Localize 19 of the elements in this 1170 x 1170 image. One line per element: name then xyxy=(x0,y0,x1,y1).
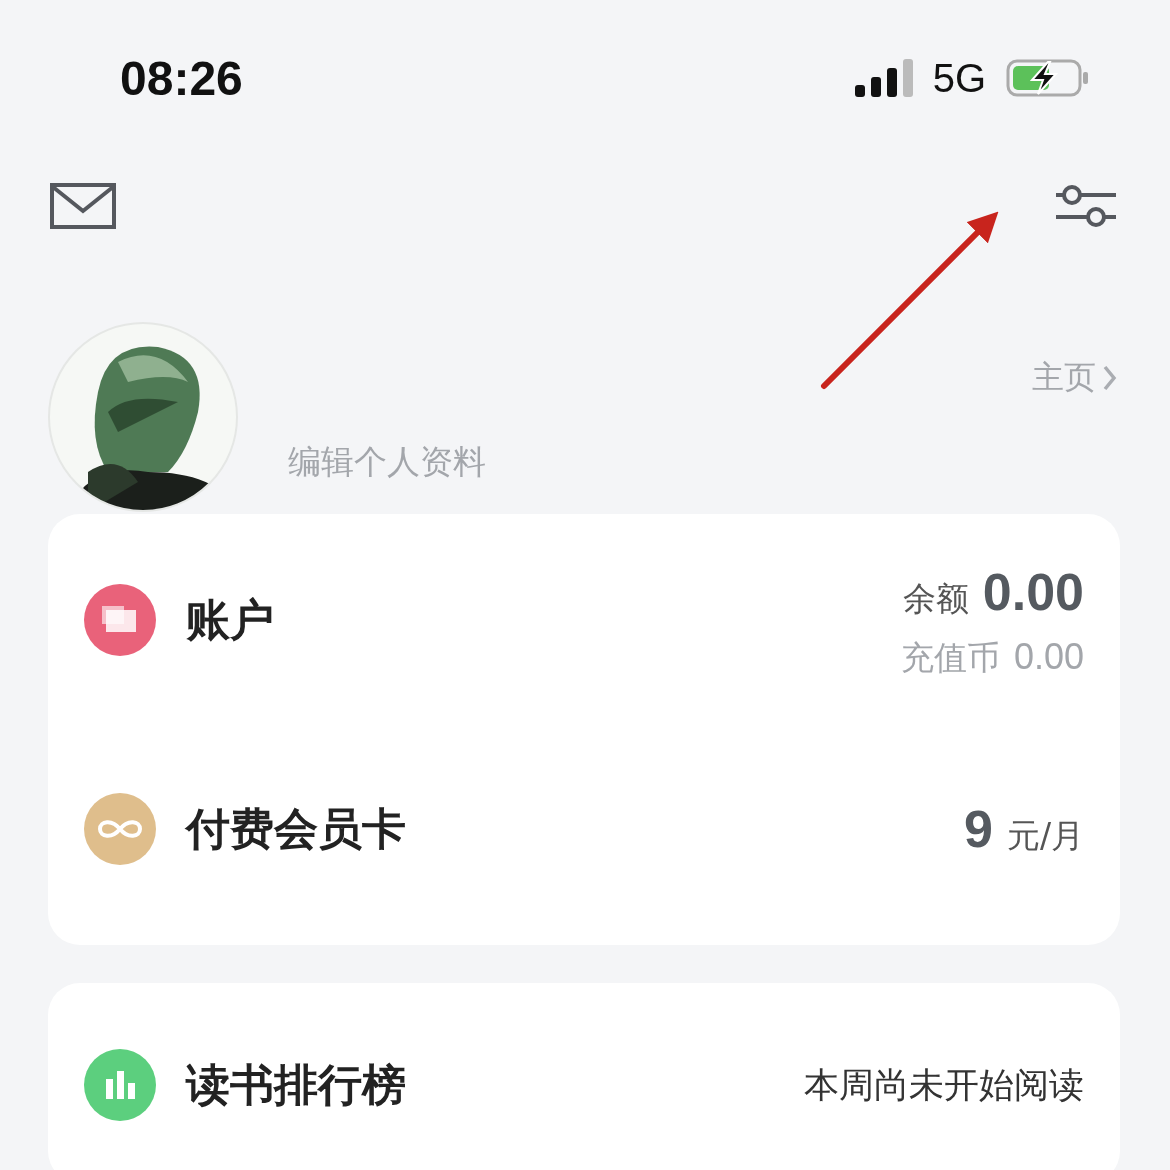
price-value: 9 xyxy=(963,798,993,859)
network-label: 5G xyxy=(932,55,986,101)
list-row[interactable]: 读书排行榜 本周尚未开始阅读 xyxy=(84,983,1084,1170)
reading-status: 本周尚未开始阅读 xyxy=(804,1064,1084,1107)
row-title: 读书排行榜 xyxy=(186,1058,406,1112)
row-title: 账户 xyxy=(186,593,274,647)
status-time: 08:26 xyxy=(120,50,243,106)
signal-icon xyxy=(854,59,913,97)
coin-value: 0.00 xyxy=(1013,636,1084,678)
balance-value: 0.00 xyxy=(982,562,1084,622)
coin-label: 充值币 xyxy=(900,637,1000,679)
settings-icon[interactable] xyxy=(1054,184,1118,228)
mail-icon[interactable] xyxy=(50,183,116,229)
balance-label: 余额 xyxy=(902,578,969,620)
list-row[interactable]: 付费会员卡 9 元/月 xyxy=(84,747,1084,945)
list-row[interactable]: 账户 余额 0.00 充值币 0.00 xyxy=(84,514,1084,747)
row-title: 付费会员卡 xyxy=(186,801,406,856)
price-unit: 元/月 xyxy=(1006,814,1084,857)
chevron-icon xyxy=(1102,364,1118,392)
